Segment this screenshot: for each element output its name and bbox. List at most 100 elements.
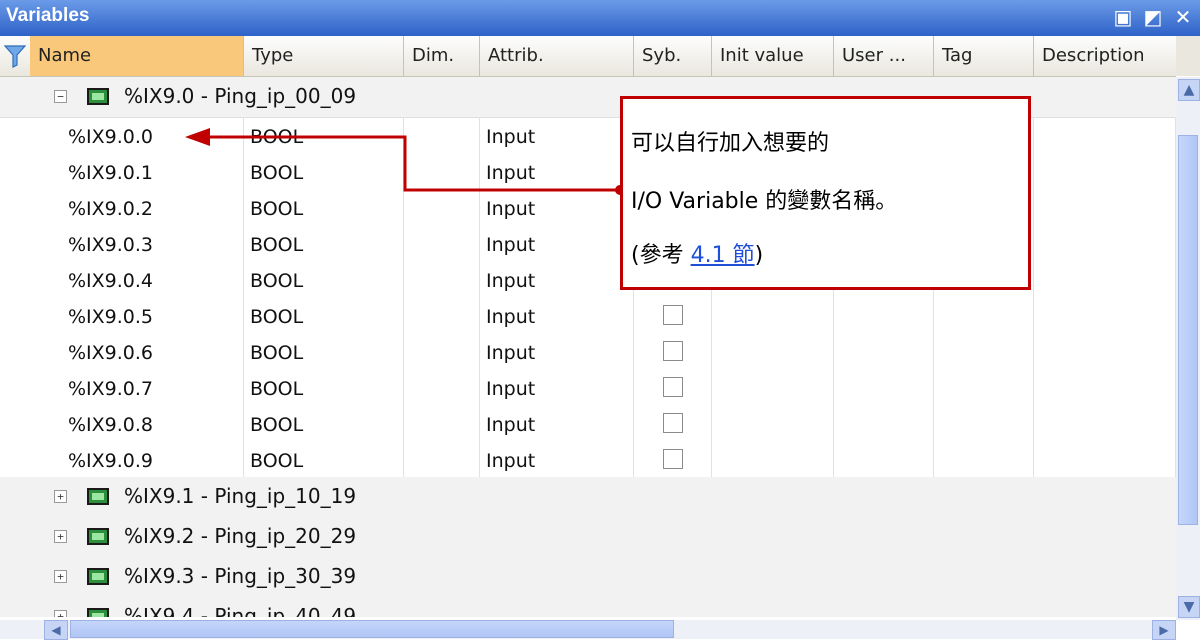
variable-tag-cell[interactable] xyxy=(934,297,1034,333)
column-header-user[interactable]: User ... xyxy=(834,36,934,76)
syb-checkbox[interactable] xyxy=(663,341,683,361)
variable-tag-cell[interactable] xyxy=(934,441,1034,477)
variable-attrib-cell[interactable]: Input xyxy=(480,297,634,333)
variable-dim-cell[interactable] xyxy=(404,405,480,441)
pin-icon[interactable]: ▣ xyxy=(1112,6,1134,28)
variable-init-value-cell[interactable] xyxy=(712,297,834,333)
variable-description-cell[interactable] xyxy=(1034,117,1176,153)
variable-attrib-cell[interactable]: Input xyxy=(480,369,634,405)
variable-description-cell[interactable] xyxy=(1034,189,1176,225)
group-row[interactable]: + %IX9.1 - Ping_ip_10_19 xyxy=(0,477,1176,518)
variable-type-cell[interactable]: BOOL xyxy=(244,333,404,369)
variable-name-cell[interactable]: %IX9.0.3 xyxy=(30,225,244,261)
expand-toggle[interactable]: + xyxy=(54,490,67,503)
variable-dim-cell[interactable] xyxy=(404,153,480,189)
expand-toggle[interactable]: + xyxy=(54,570,67,583)
variable-user-cell[interactable] xyxy=(834,297,934,333)
variable-row[interactable]: %IX9.0.8 BOOL Input xyxy=(0,405,1176,441)
variable-attrib-cell[interactable]: Input xyxy=(480,225,634,261)
variable-row[interactable]: %IX9.0.7 BOOL Input xyxy=(0,369,1176,405)
column-header-type[interactable]: Type xyxy=(244,36,404,76)
syb-checkbox[interactable] xyxy=(663,305,683,325)
variable-dim-cell[interactable] xyxy=(404,333,480,369)
variable-user-cell[interactable] xyxy=(834,405,934,441)
horizontal-scrollbar[interactable]: ◀ ▶ xyxy=(0,620,1176,640)
variable-description-cell[interactable] xyxy=(1034,261,1176,297)
scroll-right-icon[interactable]: ▶ xyxy=(1152,620,1176,640)
variable-type-cell[interactable]: BOOL xyxy=(244,405,404,441)
column-header-tag[interactable]: Tag xyxy=(934,36,1034,76)
column-header-attrib[interactable]: Attrib. xyxy=(480,36,634,76)
variable-description-cell[interactable] xyxy=(1034,297,1176,333)
scroll-up-icon[interactable]: ▲ xyxy=(1178,79,1200,101)
vertical-scrollbar[interactable]: ▲ ▼ xyxy=(1176,77,1200,620)
variable-name-cell[interactable]: %IX9.0.7 xyxy=(30,369,244,405)
variable-tag-cell[interactable] xyxy=(934,369,1034,405)
variable-dim-cell[interactable] xyxy=(404,261,480,297)
filter-icon[interactable] xyxy=(4,44,26,68)
variable-description-cell[interactable] xyxy=(1034,153,1176,189)
section-link[interactable]: 4.1 節 xyxy=(691,243,755,268)
scroll-left-icon[interactable]: ◀ xyxy=(44,620,68,640)
variable-dim-cell[interactable] xyxy=(404,441,480,477)
variable-dim-cell[interactable] xyxy=(404,225,480,261)
variable-tag-cell[interactable] xyxy=(934,333,1034,369)
scroll-down-icon[interactable]: ▼ xyxy=(1178,596,1200,618)
variable-attrib-cell[interactable]: Input xyxy=(480,441,634,477)
variable-description-cell[interactable] xyxy=(1034,333,1176,369)
variable-attrib-cell[interactable]: Input xyxy=(480,189,634,225)
float-icon[interactable]: ◩ xyxy=(1142,6,1164,28)
variable-row[interactable]: %IX9.0.9 BOOL Input xyxy=(0,441,1176,477)
variable-attrib-cell[interactable]: Input xyxy=(480,261,634,297)
variable-description-cell[interactable] xyxy=(1034,405,1176,441)
variable-user-cell[interactable] xyxy=(834,333,934,369)
variable-name-cell[interactable]: %IX9.0.2 xyxy=(30,189,244,225)
column-header-syb[interactable]: Syb. xyxy=(634,36,712,76)
variable-user-cell[interactable] xyxy=(834,441,934,477)
column-header-init-value[interactable]: Init value xyxy=(712,36,834,76)
variable-type-cell[interactable]: BOOL xyxy=(244,261,404,297)
variable-type-cell[interactable]: BOOL xyxy=(244,225,404,261)
variable-dim-cell[interactable] xyxy=(404,117,480,153)
variable-name-cell[interactable]: %IX9.0.8 xyxy=(30,405,244,441)
variable-type-cell[interactable]: BOOL xyxy=(244,153,404,189)
variable-attrib-cell[interactable]: Input xyxy=(480,405,634,441)
close-icon[interactable]: ✕ xyxy=(1172,6,1194,28)
syb-checkbox[interactable] xyxy=(663,449,683,469)
variable-row[interactable]: %IX9.0.5 BOOL Input xyxy=(0,297,1176,333)
variable-attrib-cell[interactable]: Input xyxy=(480,333,634,369)
collapse-toggle[interactable]: − xyxy=(54,90,67,103)
syb-checkbox[interactable] xyxy=(663,377,683,397)
variable-description-cell[interactable] xyxy=(1034,225,1176,261)
variable-name-cell[interactable]: %IX9.0.9 xyxy=(30,441,244,477)
variable-init-value-cell[interactable] xyxy=(712,333,834,369)
variable-name-cell[interactable]: %IX9.0.0 xyxy=(30,117,244,153)
variable-type-cell[interactable]: BOOL xyxy=(244,369,404,405)
variable-row[interactable]: %IX9.0.6 BOOL Input xyxy=(0,333,1176,369)
group-row[interactable]: + %IX9.2 - Ping_ip_20_29 xyxy=(0,517,1176,558)
variable-name-cell[interactable]: %IX9.0.5 xyxy=(30,297,244,333)
column-header-name[interactable]: Name xyxy=(30,36,244,76)
group-row[interactable]: + %IX9.4 - Ping_ip_40_49 xyxy=(0,597,1176,617)
variable-name-cell[interactable]: %IX9.0.1 xyxy=(30,153,244,189)
vertical-scroll-thumb[interactable] xyxy=(1178,135,1198,525)
variable-type-cell[interactable]: BOOL xyxy=(244,189,404,225)
expand-toggle[interactable]: + xyxy=(54,530,67,543)
variable-name-cell[interactable]: %IX9.0.6 xyxy=(30,333,244,369)
variable-name-cell[interactable]: %IX9.0.4 xyxy=(30,261,244,297)
variable-type-cell[interactable]: BOOL xyxy=(244,117,404,153)
variable-attrib-cell[interactable]: Input xyxy=(480,117,634,153)
variable-init-value-cell[interactable] xyxy=(712,441,834,477)
variable-init-value-cell[interactable] xyxy=(712,369,834,405)
variable-user-cell[interactable] xyxy=(834,369,934,405)
variable-dim-cell[interactable] xyxy=(404,369,480,405)
expand-toggle[interactable]: + xyxy=(54,610,67,617)
variable-tag-cell[interactable] xyxy=(934,405,1034,441)
variable-description-cell[interactable] xyxy=(1034,441,1176,477)
column-header-dim[interactable]: Dim. xyxy=(404,36,480,76)
variable-type-cell[interactable]: BOOL xyxy=(244,441,404,477)
column-header-description[interactable]: Description xyxy=(1034,36,1176,76)
variable-type-cell[interactable]: BOOL xyxy=(244,297,404,333)
syb-checkbox[interactable] xyxy=(663,413,683,433)
variable-dim-cell[interactable] xyxy=(404,189,480,225)
